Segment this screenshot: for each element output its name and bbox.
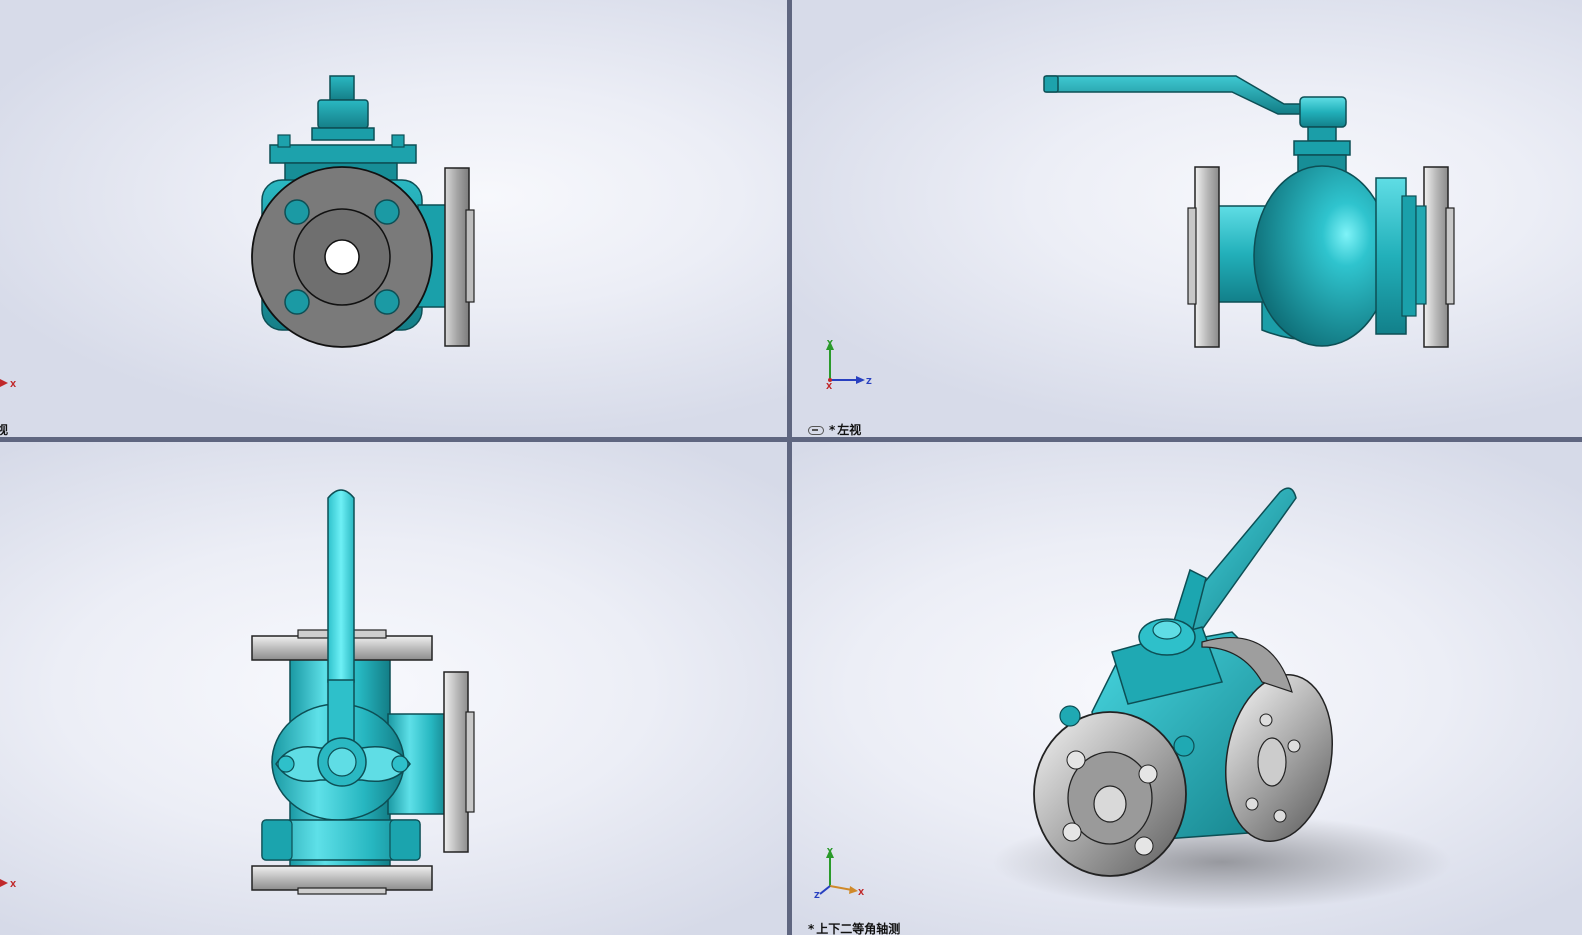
axis-triad: Y Z X <box>822 338 872 394</box>
axis-x-label: X <box>858 888 864 897</box>
top-view-drawing <box>251 489 475 895</box>
axis-triad: X <box>0 374 18 393</box>
axis-z-label: Z <box>866 377 872 386</box>
viewport-isometric[interactable]: Y Z X * 上下二等角轴测 <box>792 442 1582 935</box>
viewport-divider-horizontal[interactable] <box>0 437 1582 442</box>
axis-y-label: Y <box>826 339 833 348</box>
axis-x-label: X <box>826 382 833 390</box>
axis-x-label: X <box>10 880 17 889</box>
view-name-label: * 上下二等角轴测 <box>808 922 901 935</box>
isometric-view-drawing <box>992 487 1452 910</box>
front-view-drawing <box>251 75 475 348</box>
axis-triad: X <box>0 874 18 893</box>
view-name-label: 视 <box>0 423 9 437</box>
axis-y-label: Y <box>826 847 833 856</box>
viewport-front[interactable]: X 视 <box>0 0 787 437</box>
left-view-drawing <box>1043 75 1455 348</box>
viewport-divider-vertical[interactable] <box>787 0 792 935</box>
link-view-icon[interactable] <box>808 426 824 435</box>
viewport-top[interactable]: X <box>0 442 787 935</box>
axis-z-label: Z <box>814 891 820 898</box>
viewport-left[interactable]: Y Z X * 左视 <box>792 0 1582 437</box>
axis-triad: Y Z X <box>812 846 865 902</box>
axis-x-label: X <box>10 380 17 389</box>
view-name-label: * 左视 <box>808 421 861 437</box>
